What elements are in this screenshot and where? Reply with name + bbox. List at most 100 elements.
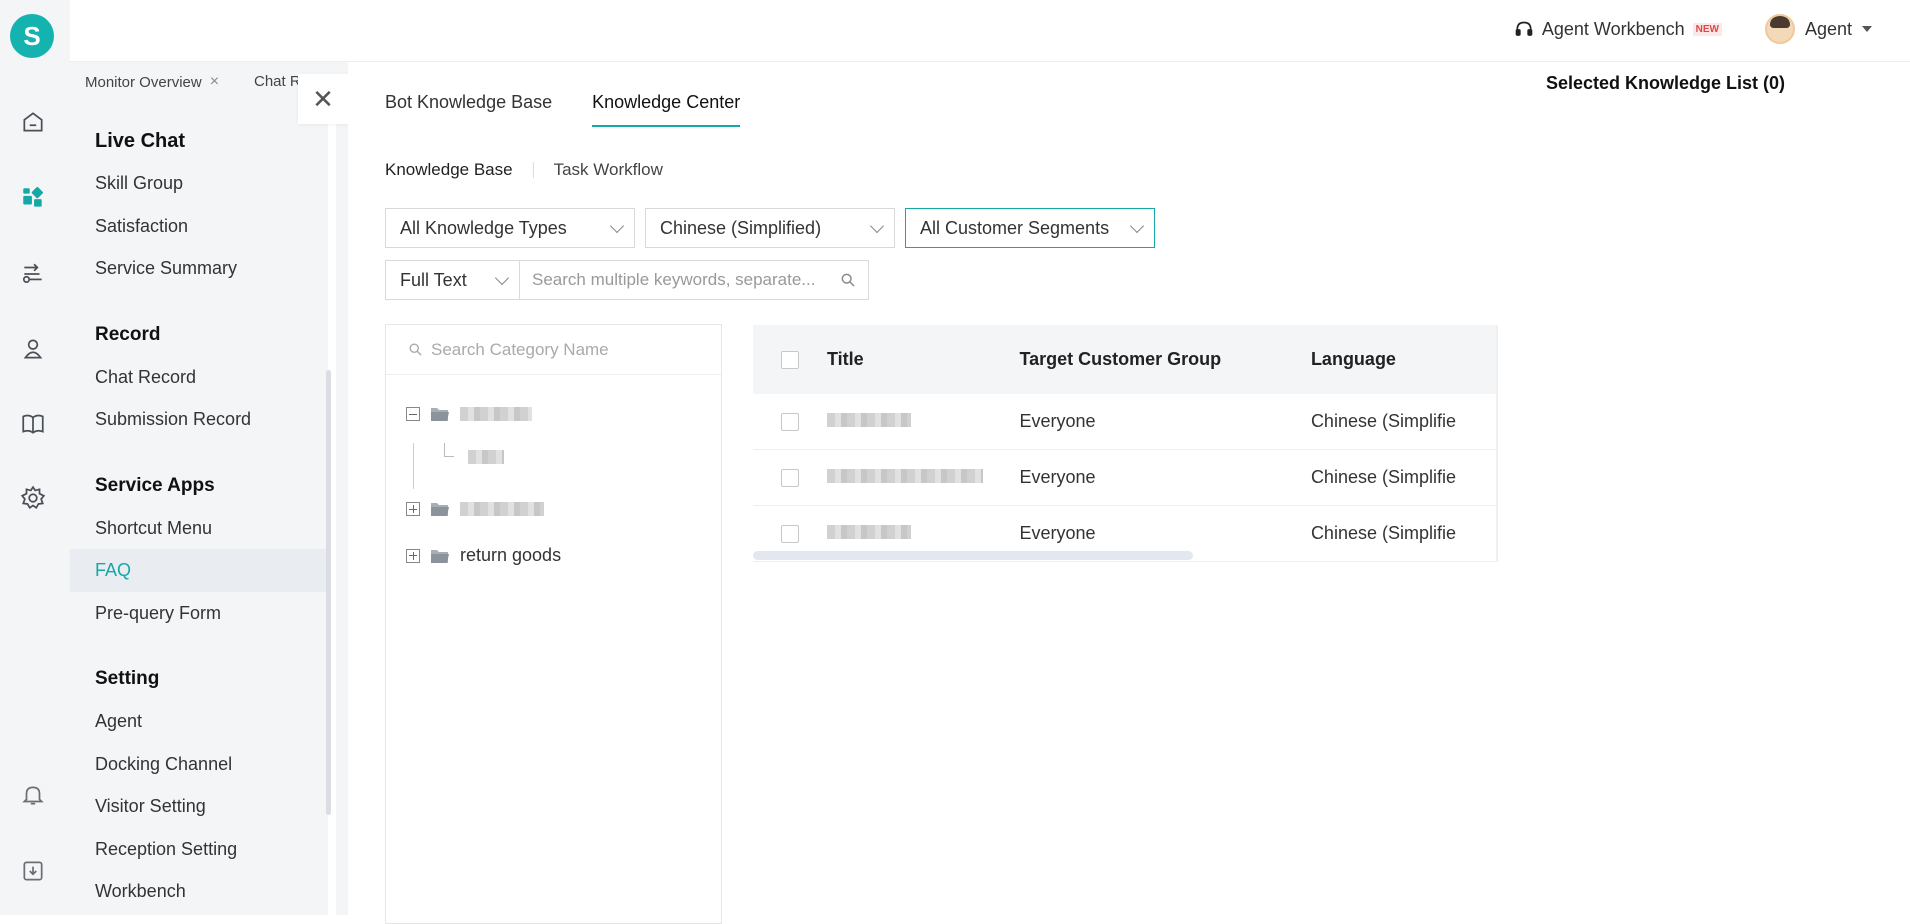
agent-menu[interactable]: Agent [1765,14,1872,44]
sidebar-item-submission-record[interactable]: Submission Record [70,398,328,441]
table-row[interactable]: Everyone Chinese (Simplifie [753,450,1496,506]
table-row[interactable]: Everyone Chinese (Simplifie [753,394,1496,450]
agent-label: Agent [1805,19,1852,40]
knowledge-type-select[interactable]: All Knowledge Types [385,208,635,248]
redacted-category-name [460,407,532,421]
bell-icon[interactable] [17,779,49,811]
tab-bot-knowledge-base[interactable]: Bot Knowledge Base [385,92,552,127]
tree-node-2[interactable] [406,500,544,518]
tree-node-1[interactable] [406,405,532,423]
language-cell: Chinese (Simplifie [1311,523,1496,544]
close-panel-button[interactable]: ✕ [298,74,348,124]
tree-node-return-goods[interactable]: return goods [406,545,561,566]
expand-icon[interactable] [406,549,420,563]
target-cell: Everyone [1019,467,1310,488]
sidebar-item-workbench[interactable]: Workbench [70,870,328,913]
redacted-title [827,469,983,483]
search-mode-select[interactable]: Full Text [385,260,519,300]
open-tab-monitor-overview[interactable]: Monitor Overview × [85,73,219,91]
collapse-icon[interactable] [406,407,420,421]
divider [533,162,534,178]
section-setting: Setting [70,658,328,700]
sub-tabs: Knowledge Base Task Workflow [385,160,663,180]
top-header: Agent Workbench NEW Agent [70,0,1910,62]
subtab-task-workflow[interactable]: Task Workflow [554,160,663,180]
tree-node-label: return goods [460,545,561,566]
row-checkbox[interactable] [781,413,799,431]
sidebar-item-faq[interactable]: FAQ [70,549,328,592]
category-search-input[interactable] [431,340,711,360]
sidebar-item-satisfaction[interactable]: Satisfaction [70,205,328,248]
search-input[interactable] [532,270,832,290]
chevron-down-icon [1130,218,1144,232]
section-live-chat: Live Chat [70,120,328,162]
book-icon[interactable] [17,408,49,440]
sidebar-item-skill-group[interactable]: Skill Group [70,162,328,205]
language-cell: Chinese (Simplifie [1311,411,1496,432]
headset-icon [1514,20,1534,40]
user-location-icon[interactable] [17,333,49,365]
search-row: Full Text [385,260,869,300]
download-icon[interactable] [17,855,49,887]
sidebar-item-agent[interactable]: Agent [70,700,328,743]
home-icon[interactable] [17,106,49,138]
row-checkbox[interactable] [781,469,799,487]
filter-row: All Knowledge Types Chinese (Simplified)… [385,208,1155,248]
tab-knowledge-center[interactable]: Knowledge Center [592,92,740,127]
sidebar-item-reception-setting[interactable]: Reception Setting [70,828,328,871]
tree-node-1-child[interactable] [468,450,504,464]
column-target-customer-group[interactable]: Target Customer Group [1019,349,1310,370]
knowledge-table: Title Target Customer Group Language Eve… [753,325,1498,562]
agent-workbench-link[interactable]: Agent Workbench NEW [1514,19,1722,40]
close-icon[interactable]: × [210,73,219,91]
avatar [1765,14,1795,44]
chevron-down-icon [870,218,884,232]
column-language[interactable]: Language [1311,349,1496,370]
sidebar-item-shortcut-menu[interactable]: Shortcut Menu [70,507,328,550]
category-search [386,325,721,375]
sidebar-item-pre-query-form[interactable]: Pre-query Form [70,592,328,635]
search-box [519,260,869,300]
folder-icon [430,547,450,565]
redacted-category-name [468,450,504,464]
route-icon[interactable] [17,258,49,290]
settings-icon[interactable] [17,482,49,514]
dashboard-icon[interactable] [17,182,49,214]
customer-segment-select[interactable]: All Customer Segments [905,208,1155,248]
folder-icon [430,405,450,423]
open-tab-label: Chat R [254,73,301,90]
language-cell: Chinese (Simplifie [1311,467,1496,488]
sidebar-menu: Live Chat Skill Group Satisfaction Servi… [70,102,328,915]
caret-down-icon [1862,26,1872,32]
select-all-checkbox[interactable] [781,351,799,369]
target-cell: Everyone [1019,411,1310,432]
sidebar-item-chat-record[interactable]: Chat Record [70,356,328,399]
table-header: Title Target Customer Group Language [753,325,1496,394]
selected-knowledge-list-title: Selected Knowledge List (0) [1546,73,1785,94]
sidebar-item-visitor-setting[interactable]: Visitor Setting [70,785,328,828]
chevron-down-icon [495,270,509,284]
select-value: Chinese (Simplified) [660,218,821,239]
app-logo[interactable]: S [10,14,54,58]
table-horizontal-scrollbar[interactable] [753,551,1193,560]
tree-guide-line [444,443,454,457]
tree-guide-line [413,443,414,489]
redacted-title [827,413,911,427]
expand-icon[interactable] [406,502,420,516]
row-checkbox[interactable] [781,525,799,543]
sidebar-item-service-summary[interactable]: Service Summary [70,247,328,290]
new-badge: NEW [1693,23,1722,36]
subtab-knowledge-base[interactable]: Knowledge Base [385,160,513,180]
target-cell: Everyone [1019,523,1310,544]
redacted-category-name [460,502,544,516]
search-icon [408,342,423,357]
section-record: Record [70,314,328,356]
select-value: Full Text [400,270,467,291]
panel-divider [336,62,348,915]
sidebar-scrollbar[interactable] [326,370,331,815]
column-title[interactable]: Title [827,349,1019,370]
language-select[interactable]: Chinese (Simplified) [645,208,895,248]
section-service-apps: Service Apps [70,465,328,507]
sidebar-item-docking-channel[interactable]: Docking Channel [70,743,328,786]
search-icon[interactable] [840,272,856,288]
